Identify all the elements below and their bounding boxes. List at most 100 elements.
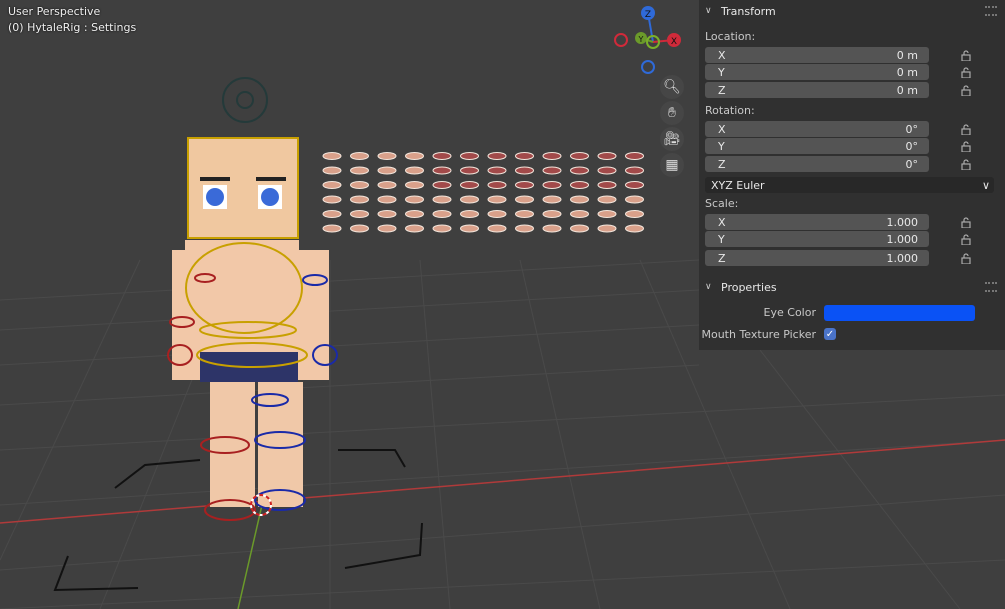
scale-x-field[interactable]: X 1.000 [705,214,929,230]
mouth-texture-tile[interactable] [515,152,534,160]
rotation-z-field[interactable]: Z 0° [705,156,929,172]
mouth-texture-tile[interactable] [432,224,452,233]
drag-handle-icon[interactable] [985,6,997,16]
mouth-texture-tile[interactable] [432,152,452,160]
mouth-texture-tile[interactable] [322,166,342,175]
mouth-texture-tile[interactable] [542,166,562,175]
mouth-texture-tile[interactable] [322,181,342,189]
mouth-texture-tile[interactable] [350,195,369,204]
eye-color-swatch[interactable] [824,305,975,321]
mouth-texture-tile[interactable] [405,224,424,233]
lock-icon[interactable] [961,67,971,78]
mouth-texture-tile[interactable] [377,166,397,175]
mouth-texture-tile[interactable] [625,224,644,233]
mouth-texture-tile[interactable] [570,210,589,218]
mouth-texture-tile[interactable] [322,195,342,204]
mouth-texture-tile[interactable] [460,224,479,233]
mouth-texture-tile[interactable] [460,195,479,204]
mouth-texture-tile[interactable] [487,195,507,204]
mouth-texture-tile[interactable] [597,181,617,189]
mouth-texture-tile[interactable] [350,224,369,233]
mouth-texture-tile[interactable] [405,195,424,204]
mouth-texture-tile[interactable] [570,166,589,175]
rotation-y-field[interactable]: Y 0° [705,138,929,154]
location-x-field[interactable]: X0 m [705,47,929,63]
mouth-texture-tile[interactable] [460,210,479,218]
lock-icon[interactable] [961,124,971,135]
mouth-texture-tile[interactable] [597,195,617,204]
lock-icon[interactable] [961,159,971,170]
lock-icon[interactable] [961,85,971,96]
lock-icon[interactable] [961,50,971,61]
location-z-field[interactable]: Z0 m [705,82,929,98]
mouth-texture-tile[interactable] [432,181,452,189]
mouth-texture-tile[interactable] [432,210,452,218]
mouth-texture-tile[interactable] [405,166,424,175]
mouth-texture-tile[interactable] [322,224,342,233]
mouth-texture-tile[interactable] [625,166,644,175]
mouth-texture-tile[interactable] [570,152,589,160]
mouth-texture-tile[interactable] [432,166,452,175]
properties-header[interactable]: ∨ Properties [699,276,1005,298]
mouth-texture-tile[interactable] [350,181,369,189]
scale-y-field[interactable]: Y 1.000 [705,231,929,247]
mouth-texture-tile[interactable] [487,224,507,233]
mouth-texture-tile[interactable] [377,152,397,160]
rotation-mode-select[interactable]: XYZ Euler ∨ [705,177,994,193]
mouth-texture-tile[interactable] [542,181,562,189]
drag-handle-icon[interactable] [985,282,997,292]
orientation-gizmo[interactable]: Z X Y [614,6,681,74]
mouth-texture-tile[interactable] [625,210,644,218]
mouth-texture-tile[interactable] [597,152,617,160]
mouth-texture-tile[interactable] [542,210,562,218]
mouth-texture-tile[interactable] [432,195,452,204]
mouth-picker-checkbox[interactable]: ✓ [824,328,836,340]
mouth-texture-tile[interactable] [542,224,562,233]
mouth-texture-tile[interactable] [460,152,479,160]
mouth-texture-tile[interactable] [542,195,562,204]
mouth-texture-grid[interactable] [322,152,644,233]
gear-icon[interactable] [222,77,268,123]
lock-icon[interactable] [961,253,971,264]
mouth-texture-tile[interactable] [377,181,397,189]
rotation-x-field[interactable]: X 0° [705,121,929,137]
mouth-texture-tile[interactable] [377,195,397,204]
mouth-texture-tile[interactable] [460,166,479,175]
mouth-texture-tile[interactable] [515,166,534,175]
mouth-texture-tile[interactable] [515,195,534,204]
mouth-texture-tile[interactable] [597,210,617,218]
mouth-texture-tile[interactable] [515,224,534,233]
scale-z-field[interactable]: Z 1.000 [705,250,929,266]
hand-icon[interactable]: ✋︎ [660,101,684,125]
mouth-texture-tile[interactable] [515,210,534,218]
mouth-texture-tile[interactable] [625,152,644,160]
lock-icon[interactable] [961,234,971,245]
transform-header[interactable]: ∨ Transform [699,0,1005,22]
mouth-texture-tile[interactable] [350,210,369,218]
mouth-texture-tile[interactable] [377,224,397,233]
mouth-texture-tile[interactable] [487,152,507,160]
mouth-texture-tile[interactable] [487,181,507,189]
mouth-texture-tile[interactable] [350,152,369,160]
mouth-texture-tile[interactable] [460,181,479,189]
mouth-texture-tile[interactable] [542,152,562,160]
mouth-texture-tile[interactable] [570,224,589,233]
mouth-texture-tile[interactable] [405,181,424,189]
mouth-texture-tile[interactable] [570,195,589,204]
zoom-icon[interactable]: 🔍︎ [660,75,684,99]
lock-icon[interactable] [961,141,971,152]
camera-icon[interactable]: 🎥︎ [660,127,684,151]
mouth-texture-tile[interactable] [515,181,534,189]
mouth-texture-tile[interactable] [597,166,617,175]
mouth-texture-tile[interactable] [377,210,397,218]
mouth-texture-tile[interactable] [405,152,424,160]
grid-icon[interactable]: ▦ [660,153,684,177]
mouth-texture-tile[interactable] [625,195,644,204]
location-y-field[interactable]: Y0 m [705,64,929,80]
mouth-texture-tile[interactable] [570,181,589,189]
mouth-texture-tile[interactable] [487,210,507,218]
mouth-texture-tile[interactable] [597,224,617,233]
mouth-texture-tile[interactable] [322,210,342,218]
mouth-texture-tile[interactable] [405,210,424,218]
mouth-texture-tile[interactable] [322,152,342,160]
